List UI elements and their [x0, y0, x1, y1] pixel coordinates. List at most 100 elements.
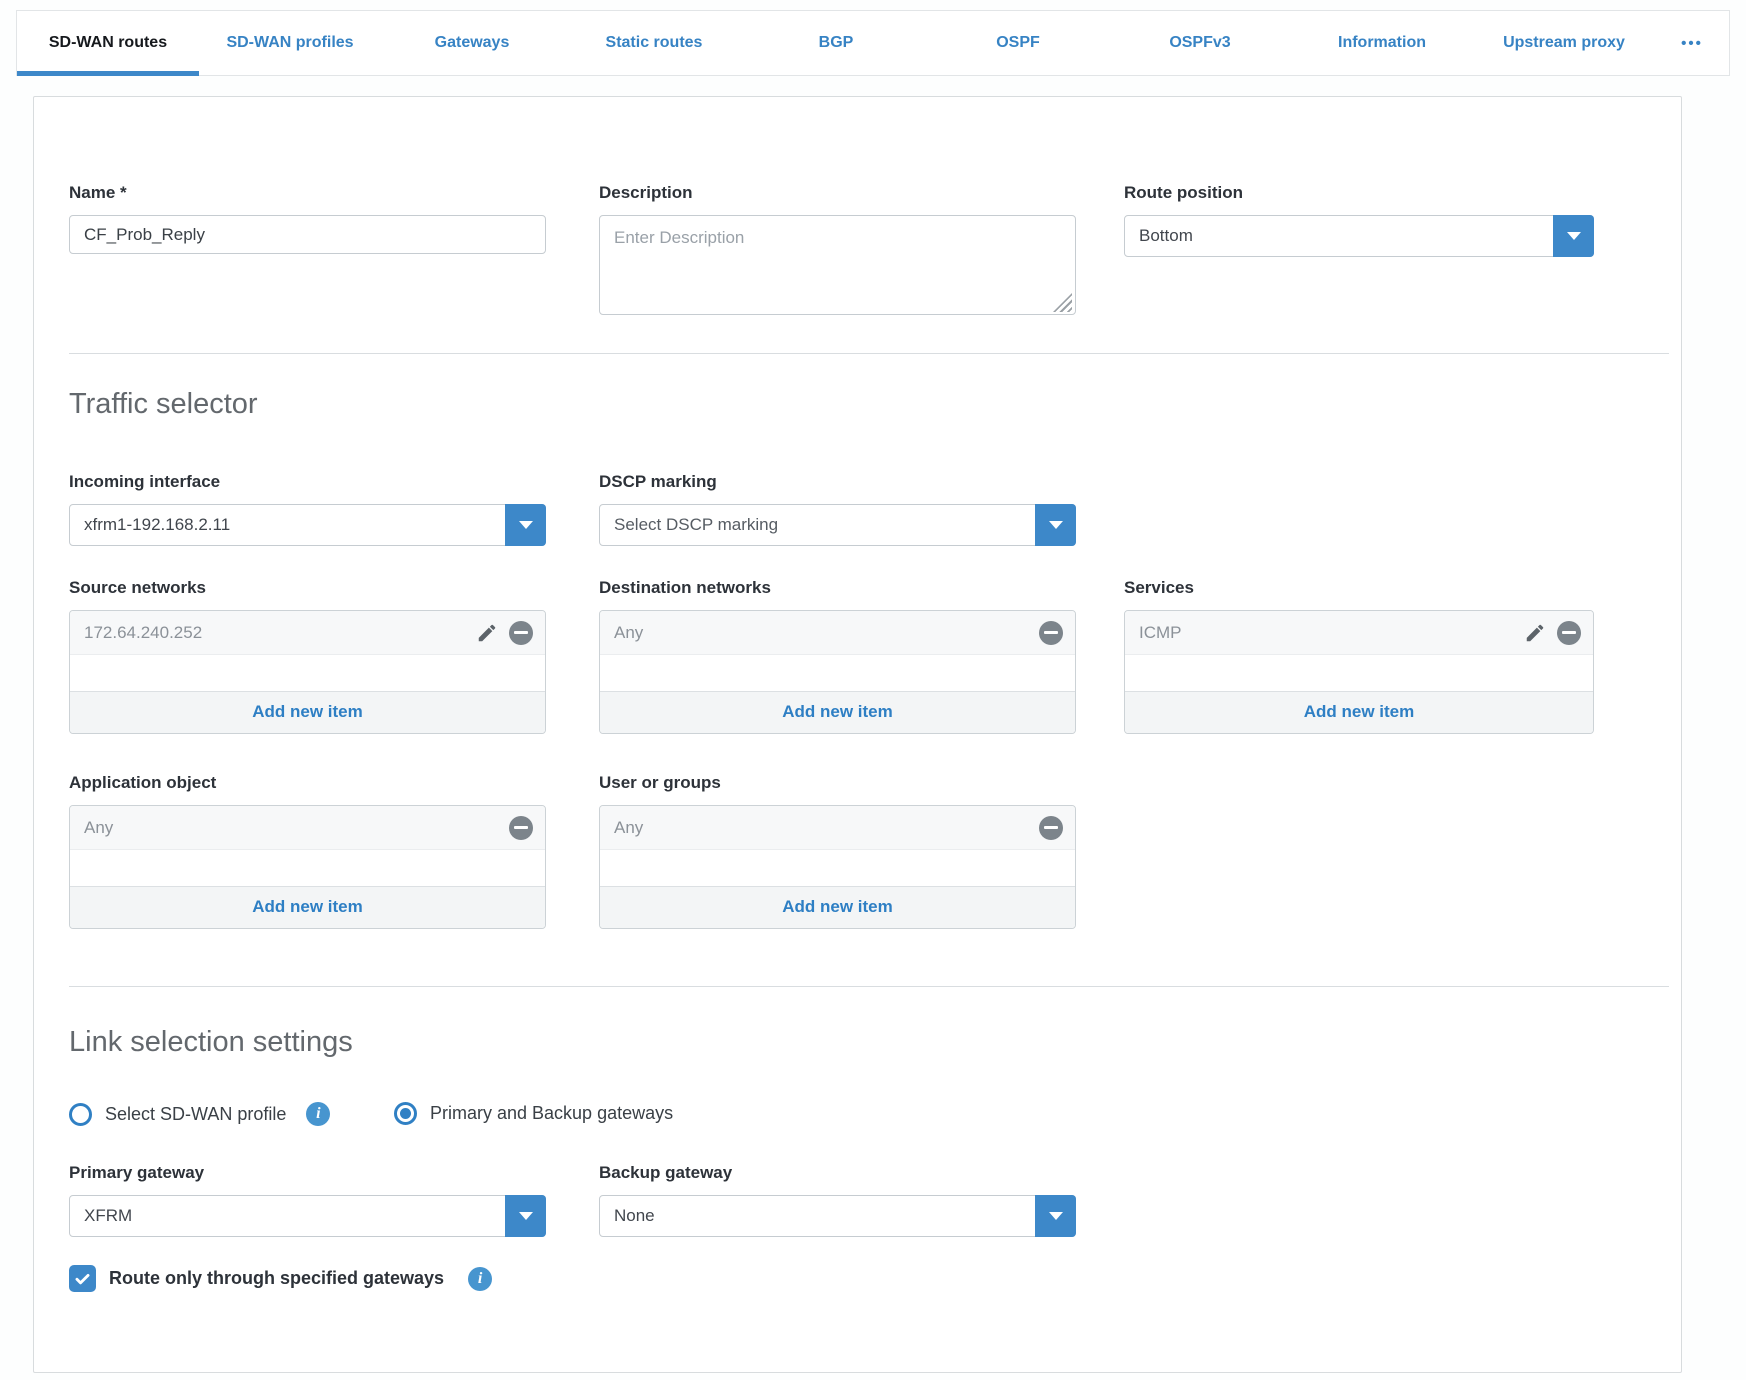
list-item: ICMP [1125, 611, 1593, 655]
description-field-group: Description [599, 183, 1076, 320]
backup-gateway-dropdown-button[interactable] [1035, 1195, 1076, 1237]
source-networks-label: Source networks [69, 578, 546, 598]
backup-gateway-label: Backup gateway [599, 1163, 1076, 1183]
remove-item-icon[interactable] [1039, 621, 1063, 645]
route-position-value: Bottom [1125, 216, 1554, 256]
remove-item-icon[interactable] [1039, 816, 1063, 840]
list-item-value: ICMP [1139, 623, 1182, 643]
backup-gateway-dropdown[interactable]: None [599, 1195, 1076, 1237]
sdwan-profile-radio-group: Select SD-WAN profile i [69, 1102, 330, 1126]
tab-ospf[interactable]: OSPF [927, 11, 1109, 75]
section-divider [69, 986, 1669, 987]
services-add-button[interactable]: Add new item [1125, 691, 1593, 733]
dscp-marking-dropdown[interactable]: Select DSCP marking [599, 504, 1076, 546]
primary-backup-radio-group: Primary and Backup gateways [394, 1102, 673, 1125]
name-label: Name * [69, 183, 546, 203]
tab-gateways[interactable]: Gateways [381, 11, 563, 75]
backup-gateway-value: None [600, 1196, 1036, 1236]
backup-gateway-field-group: Backup gateway None [599, 1163, 1076, 1237]
destination-networks-label: Destination networks [599, 578, 1076, 598]
user-or-groups-listbox: Any Add new item [599, 805, 1076, 929]
destination-networks-listbox: Any Add new item [599, 610, 1076, 734]
more-tabs-icon[interactable]: ••• [1655, 11, 1729, 75]
primary-gateway-value: XFRM [70, 1196, 506, 1236]
primary-and-backup-gateways-radio-label[interactable]: Primary and Backup gateways [430, 1103, 673, 1124]
description-textarea[interactable] [599, 215, 1076, 315]
application-object-label: Application object [69, 773, 546, 793]
incoming-interface-dropdown-button[interactable] [505, 504, 546, 546]
incoming-interface-value: xfrm1-192.168.2.11 [70, 505, 506, 545]
application-object-add-button[interactable]: Add new item [70, 886, 545, 928]
traffic-selector-heading: Traffic selector [69, 387, 258, 421]
application-object-field-group: Application object Any Add new item [69, 773, 546, 929]
top-tab-bar: SD-WAN routes SD-WAN profiles Gateways S… [16, 10, 1730, 76]
source-networks-listbox: 172.64.240.252 Add new item [69, 610, 546, 734]
tab-static-routes[interactable]: Static routes [563, 11, 745, 75]
route-only-checkbox[interactable] [69, 1265, 96, 1292]
section-divider [69, 353, 1669, 354]
description-label: Description [599, 183, 1076, 203]
check-icon [73, 1269, 92, 1288]
route-position-dropdown-button[interactable] [1553, 215, 1594, 257]
services-label: Services [1124, 578, 1594, 598]
info-icon[interactable]: i [468, 1267, 492, 1291]
select-sdwan-profile-radio[interactable] [69, 1103, 92, 1126]
chevron-down-icon [1049, 521, 1063, 529]
link-selection-settings-heading: Link selection settings [69, 1025, 353, 1059]
tab-upstream-proxy[interactable]: Upstream proxy [1473, 11, 1655, 75]
primary-gateway-dropdown-button[interactable] [505, 1195, 546, 1237]
dscp-marking-dropdown-button[interactable] [1035, 504, 1076, 546]
primary-gateway-field-group: Primary gateway XFRM [69, 1163, 546, 1237]
services-listbox: ICMP Add new item [1124, 610, 1594, 734]
listbox-empty-area [70, 850, 545, 886]
primary-gateway-dropdown[interactable]: XFRM [69, 1195, 546, 1237]
list-item-value: 172.64.240.252 [84, 623, 202, 643]
remove-item-icon[interactable] [1557, 621, 1581, 645]
source-networks-add-button[interactable]: Add new item [70, 691, 545, 733]
list-item: Any [600, 806, 1075, 850]
dscp-marking-value: Select DSCP marking [600, 505, 1036, 545]
select-sdwan-profile-radio-label[interactable]: Select SD-WAN profile [105, 1104, 286, 1125]
list-item: Any [600, 611, 1075, 655]
route-only-checkbox-label[interactable]: Route only through specified gateways [109, 1268, 444, 1289]
edit-pencil-icon[interactable] [476, 622, 498, 644]
tab-bgp[interactable]: BGP [745, 11, 927, 75]
tab-ospfv3[interactable]: OSPFv3 [1109, 11, 1291, 75]
route-only-checkbox-group: Route only through specified gateways i [69, 1265, 492, 1292]
listbox-empty-area [70, 655, 545, 691]
destination-networks-field-group: Destination networks Any Add new item [599, 578, 1076, 734]
tab-information[interactable]: Information [1291, 11, 1473, 75]
primary-and-backup-gateways-radio[interactable] [394, 1102, 417, 1125]
edit-pencil-icon[interactable] [1524, 622, 1546, 644]
name-input[interactable] [69, 215, 546, 254]
user-or-groups-add-button[interactable]: Add new item [600, 886, 1075, 928]
tab-sdwan-routes[interactable]: SD-WAN routes [17, 11, 199, 75]
route-position-dropdown[interactable]: Bottom [1124, 215, 1594, 257]
user-or-groups-field-group: User or groups Any Add new item [599, 773, 1076, 929]
dscp-marking-field-group: DSCP marking Select DSCP marking [599, 472, 1076, 546]
destination-networks-add-button[interactable]: Add new item [600, 691, 1075, 733]
primary-gateway-label: Primary gateway [69, 1163, 546, 1183]
info-icon[interactable]: i [306, 1102, 330, 1126]
listbox-empty-area [1125, 655, 1593, 691]
route-position-field-group: Route position Bottom [1124, 183, 1594, 257]
listbox-empty-area [600, 850, 1075, 886]
sdwan-route-form-card: Name * Description Route position Bottom… [33, 96, 1682, 1373]
incoming-interface-label: Incoming interface [69, 472, 546, 492]
listbox-empty-area [600, 655, 1075, 691]
source-networks-field-group: Source networks 172.64.240.252 Add new i… [69, 578, 546, 734]
application-object-listbox: Any Add new item [69, 805, 546, 929]
incoming-interface-dropdown[interactable]: xfrm1-192.168.2.11 [69, 504, 546, 546]
chevron-down-icon [519, 521, 533, 529]
chevron-down-icon [1049, 1212, 1063, 1220]
dscp-marking-label: DSCP marking [599, 472, 1076, 492]
list-item: 172.64.240.252 [70, 611, 545, 655]
tab-sdwan-profiles[interactable]: SD-WAN profiles [199, 11, 381, 75]
list-item-value: Any [614, 818, 643, 838]
chevron-down-icon [1567, 232, 1581, 240]
list-item-value: Any [84, 818, 113, 838]
remove-item-icon[interactable] [509, 621, 533, 645]
list-item-value: Any [614, 623, 643, 643]
user-or-groups-label: User or groups [599, 773, 1076, 793]
remove-item-icon[interactable] [509, 816, 533, 840]
